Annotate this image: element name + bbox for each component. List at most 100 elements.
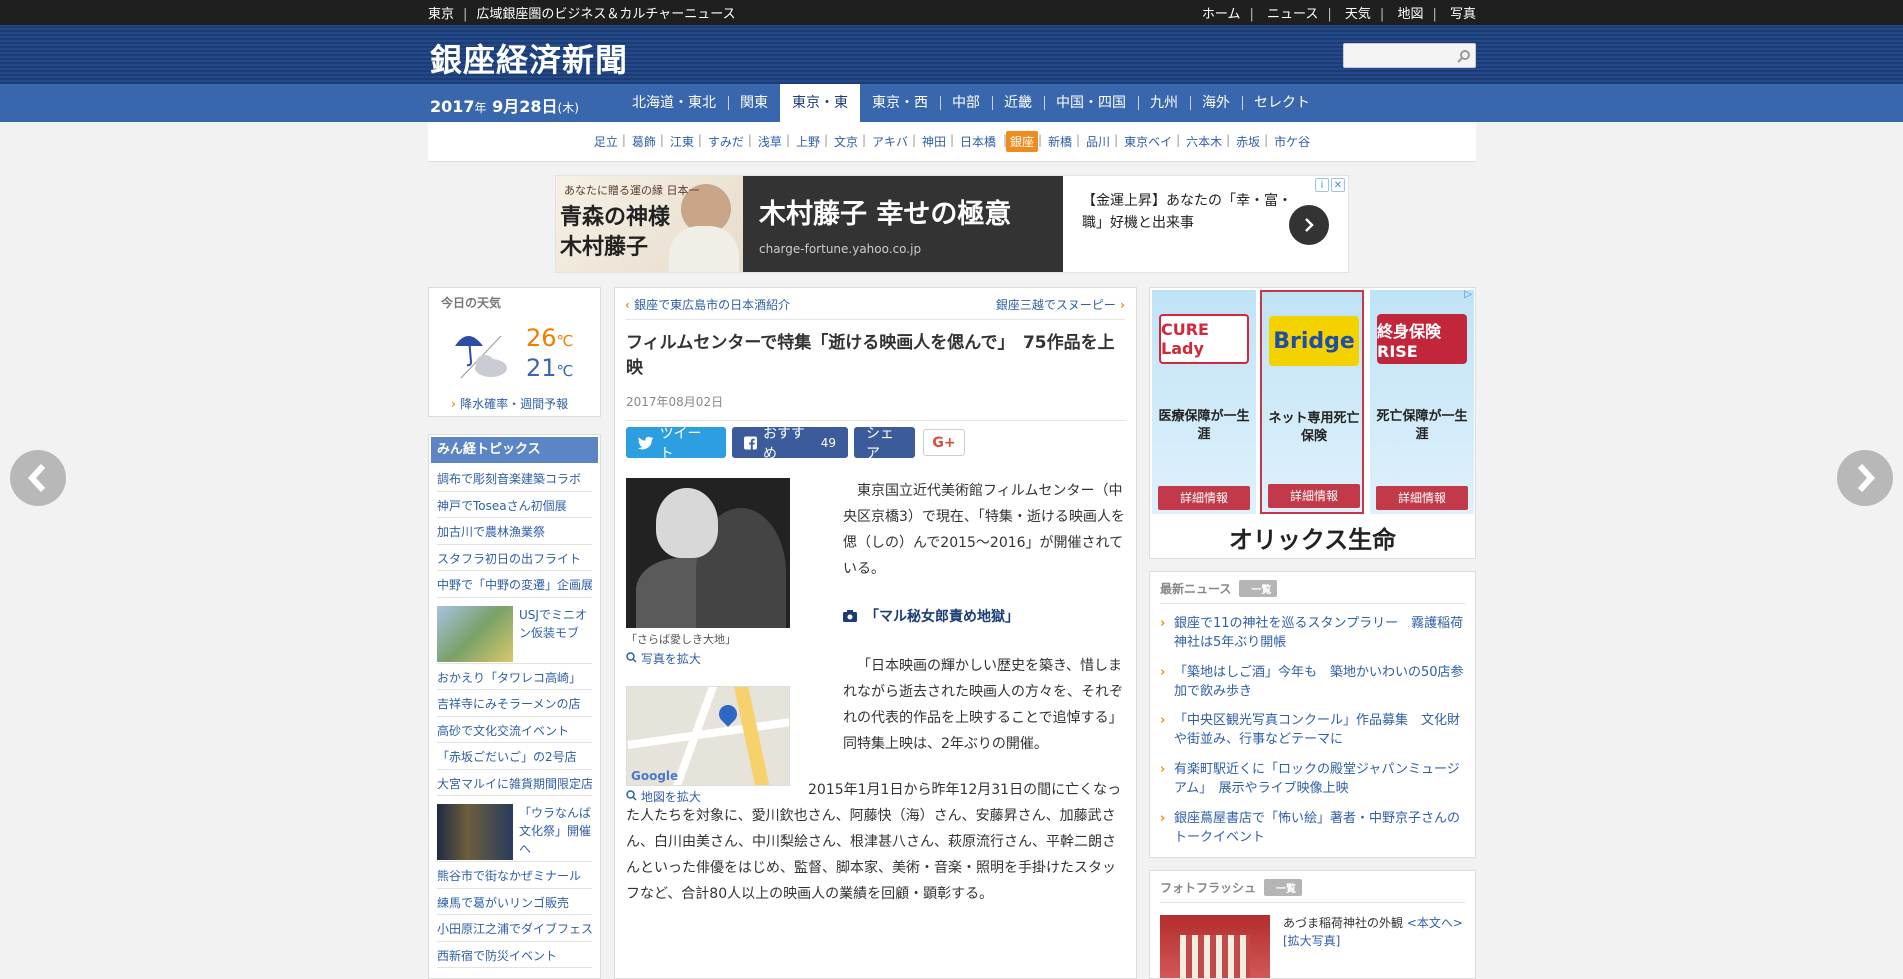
prev-article-link[interactable]: ‹ 銀座で東広島市の日本酒紹介 (625, 296, 790, 313)
ad-info-icon[interactable]: i (1315, 178, 1329, 192)
ad-card-logo: Bridge (1269, 316, 1359, 366)
top-link-weather[interactable]: 天気 (1345, 3, 1371, 22)
list-item[interactable]: 神戸でToseaさん初個展 (437, 492, 592, 518)
detail-button[interactable]: 詳細情報 (1268, 484, 1360, 508)
latest-news-title: 最新ニュース (1160, 582, 1232, 596)
site-logo[interactable]: 銀座経済新聞 (430, 35, 628, 81)
tweet-button[interactable]: ツイート (626, 426, 726, 462)
article-map[interactable]: Google (626, 686, 790, 786)
list-item[interactable]: 吉祥寺にみそラーメンの店 (437, 690, 592, 717)
ad-choices-icon[interactable]: ▷ (1464, 289, 1472, 300)
list-item[interactable]: 大宮マルイに雑貨期間限定店 (437, 770, 592, 796)
top-link-home[interactable]: ホーム (1202, 3, 1241, 22)
area-link-katsushika[interactable]: 葛飾 (622, 133, 663, 150)
area-link-kanda[interactable]: 神田 (912, 133, 953, 150)
side-ad[interactable]: CURE Lady 医療保障が一生涯 詳細情報 Bridge ネット専用死亡保険… (1149, 287, 1476, 559)
area-link-shinbashi[interactable]: 新橋 (1038, 133, 1079, 150)
photo-flash-enlarge-link[interactable]: [拡大写真] (1283, 934, 1340, 948)
area-link-nihonbashi[interactable]: 日本橋 (950, 133, 1003, 150)
article-paragraph: 東京国立近代美術館フィルムセンター（中央区京橋3）で現在、「特集・逝ける映画人を… (843, 483, 1125, 577)
list-item[interactable]: 調布で彫刻音楽建築コラボ (437, 465, 592, 492)
area-link-akiba[interactable]: アキバ (862, 133, 915, 150)
article-photo[interactable] (626, 478, 790, 628)
ad-text: 【金運上昇】あなたの「幸・富・職」好機と出来事 (1082, 193, 1292, 231)
list-item[interactable]: スタフラ初日の出フライト (437, 545, 592, 571)
area-link-koto[interactable]: 江東 (660, 133, 701, 150)
top-link-map[interactable]: 地図 (1397, 3, 1423, 22)
map-pin-icon (715, 701, 741, 727)
region-tab-select[interactable]: セレクト (1242, 84, 1322, 122)
detail-button[interactable]: 詳細情報 (1158, 486, 1250, 510)
photo-flash-article-link[interactable]: <本文へ> (1407, 916, 1463, 930)
top-link-photo[interactable]: 写真 (1450, 3, 1476, 22)
next-article-link[interactable]: 銀座三越でスヌーピー › (996, 296, 1125, 313)
list-item[interactable]: 西新宿で防災イベント (437, 942, 592, 968)
chevron-right-icon (1857, 463, 1876, 493)
list-item[interactable]: USJでミニオン仮装モブ (437, 598, 592, 664)
share-button[interactable]: シェア (854, 426, 915, 462)
area-link-ueno[interactable]: 上野 (786, 133, 827, 150)
news-item[interactable]: 銀座で11の神社を巡るスタンプラリー 霧護稲荷神社は5年ぶり開帳 (1160, 614, 1465, 652)
search-input[interactable] (1349, 44, 1453, 67)
weather-forecast-link[interactable]: 降水確率・週間予報 (451, 395, 568, 412)
photo-subhead-link[interactable]: 「マル秘女郎責め地獄」 (843, 606, 1019, 626)
latest-news-list-link[interactable]: 一覧 (1239, 580, 1278, 597)
list-item[interactable]: 「ウラなんば文化祭」開催へ (437, 796, 592, 862)
search-icon[interactable] (1453, 45, 1475, 67)
list-item[interactable]: おかえり「タワレコ高崎」 (437, 664, 592, 690)
ad-close-icon[interactable]: ✕ (1331, 178, 1345, 192)
ad-card[interactable]: Bridge ネット専用死亡保険 詳細情報 (1260, 290, 1364, 514)
photo-flash-image[interactable] (1160, 915, 1270, 978)
latest-news: 最新ニュース 一覧 銀座で11の神社を巡るスタンプラリー 霧護稲荷神社は5年ぶり… (1149, 571, 1476, 858)
list-item[interactable]: 熊谷市で街なかぜミナール (437, 862, 592, 889)
area-link-ichigaya[interactable]: 市ケ谷 (1264, 133, 1317, 150)
region-tab-chugoku-shikoku[interactable]: 中国・四国 (1044, 84, 1138, 122)
area-link-bunkyo[interactable]: 文京 (824, 133, 865, 150)
next-page-button[interactable] (1837, 450, 1893, 506)
ad-brand: オリックス生命 (1228, 526, 1397, 554)
list-item[interactable]: 練馬で葛がいリンゴ販売 (437, 889, 592, 915)
photo-zoom-link[interactable]: 写真を拡大 (626, 650, 701, 667)
region-tab-hokkaido-tohoku[interactable]: 北海道・東北 (620, 84, 728, 122)
list-item[interactable]: 中野で「中野の変遷」企画展 (437, 571, 592, 598)
ad-url: charge-fortune.yahoo.co.jp (759, 242, 922, 256)
news-item[interactable]: 「中央区観光写真コンクール」作品募集 文化財や街並み、行事などテーマに (1160, 711, 1465, 749)
region-tab-tokyo-east[interactable]: 東京・東 (780, 84, 860, 122)
region-tab-kyushu[interactable]: 九州 (1138, 84, 1190, 122)
region-tab-chubu[interactable]: 中部 (940, 84, 992, 122)
location-link[interactable]: 東京 (428, 3, 454, 22)
area-link-sumida[interactable]: すみだ (698, 133, 751, 150)
top-link-news[interactable]: ニュース (1267, 3, 1318, 22)
list-item[interactable]: 「赤坂ごだいご」の2号店 (437, 743, 592, 770)
photo-flash: フォトフラッシュ 一覧 あづま稲荷神社の外観 <本文へ> [拡大写真] (1149, 870, 1476, 979)
list-item[interactable]: 小田原江之浦でダイブフェス (437, 915, 592, 942)
region-tab-kinki[interactable]: 近畿 (992, 84, 1044, 122)
photo-flash-list-link[interactable]: 一覧 (1264, 879, 1303, 896)
detail-button[interactable]: 詳細情報 (1376, 486, 1468, 510)
area-link-shinagawa[interactable]: 品川 (1076, 133, 1117, 150)
facebook-recommend-button[interactable]: おすすめ 49 (732, 426, 848, 462)
area-link-asakusa[interactable]: 浅草 (748, 133, 789, 150)
top-bar-left: 東京 | 広域銀座圏のビジネス＆カルチャーニュース (428, 3, 736, 22)
area-link-akasaka[interactable]: 赤坂 (1226, 133, 1267, 150)
ad-arrow-button[interactable] (1289, 205, 1329, 245)
ad-card[interactable]: 終身保険 RISE 死亡保障が一生涯 詳細情報 (1370, 290, 1474, 514)
news-item[interactable]: 有楽町駅近くに「ロックの殿堂ジャパンミュージアム」 展示やライブ映像上映 (1160, 760, 1465, 798)
region-tab-overseas[interactable]: 海外 (1190, 84, 1242, 122)
ad-card[interactable]: CURE Lady 医療保障が一生涯 詳細情報 (1152, 290, 1256, 514)
area-link-tokyo-bay[interactable]: 東京ベイ (1114, 133, 1179, 150)
prev-page-button[interactable] (10, 450, 66, 506)
top-ad-banner[interactable]: あなたに贈る運の縁 日本一 青森の神様 木村藤子 木村藤子 幸せの極意 char… (555, 175, 1349, 273)
gplus-button[interactable]: G+ (923, 429, 965, 456)
list-item[interactable]: 加古川で農林漁業祭 (437, 518, 592, 545)
region-tab-kanto[interactable]: 関東 (728, 84, 780, 122)
area-link-ginza[interactable]: 銀座 (1003, 131, 1039, 152)
site-header: 銀座経済新聞 (0, 25, 1903, 84)
region-tab-tokyo-west[interactable]: 東京・西 (860, 84, 940, 122)
news-item[interactable]: 「築地はしご酒」今年も 築地かいわいの50店参加で飲み歩き (1160, 663, 1465, 701)
news-item[interactable]: 銀座蔦屋書店で「怖い絵」著者・中野京子さんのトークイベント (1160, 809, 1465, 847)
list-item[interactable]: 高砂で文化交流イベント (437, 717, 592, 743)
area-link-adachi[interactable]: 足立 (587, 133, 625, 150)
article-paragraph: 「日本映画の輝かしい歴史を築き、惜しまれながら逝去された映画人の方々を、それぞれ… (843, 658, 1123, 752)
area-link-roppongi[interactable]: 六本木 (1176, 133, 1229, 150)
